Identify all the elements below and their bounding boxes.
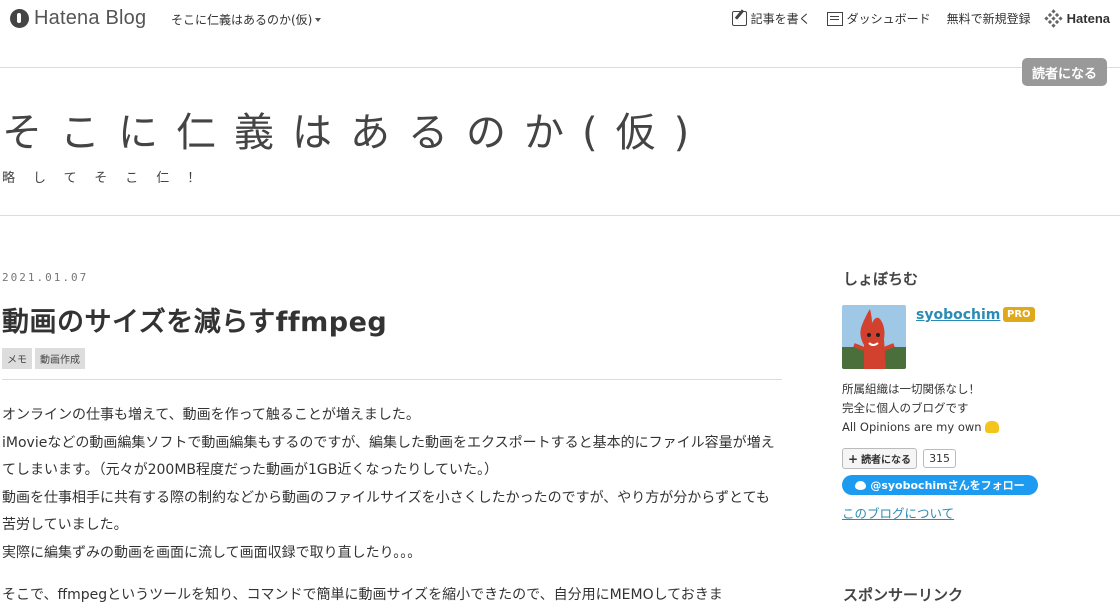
edit-icon xyxy=(731,11,747,26)
entry-title[interactable]: 動画のサイズを減らすffmpeg xyxy=(2,300,387,339)
dashboard-label: ダッシュボード xyxy=(846,12,931,26)
entry-line: iMovieなどの動画編集ソフトで動画編集もするのですが、編集した動画をエクスポ… xyxy=(2,434,775,479)
hatena-blog-logo[interactable]: Hatena Blog xyxy=(10,7,146,30)
caret-down-icon xyxy=(315,18,322,22)
hatena-label: Hatena xyxy=(1066,11,1110,26)
entry-categories: メモ 動画作成 xyxy=(2,348,85,369)
signup-link[interactable]: 無料で新規登録 xyxy=(947,10,1031,27)
profile-line: 所属組織は一切関係なし！ xyxy=(842,382,980,396)
signup-label: 無料で新規登録 xyxy=(946,12,1031,26)
entry-line: 動画を仕事相手に共有する際の制約などから動画のファイルサイズを小さくしたかったの… xyxy=(2,489,770,534)
blog-description: 略してそこ仁！ xyxy=(2,171,219,186)
sponsor-heading: スポンサーリンク xyxy=(843,586,964,604)
header-divider xyxy=(0,67,1120,68)
reader-count: 315 xyxy=(923,449,957,468)
header-nav: 記事を書く ダッシュボード 無料で新規登録 Hatena xyxy=(731,9,1110,28)
raising-hands-icon xyxy=(984,421,999,433)
twitter-follow-button[interactable]: @syobochimさんをフォロー xyxy=(842,475,1038,495)
logo-text: Hatena Blog xyxy=(34,7,147,29)
dashboard-icon xyxy=(826,11,843,26)
username-link[interactable]: syobochim xyxy=(916,307,1000,323)
entry-paragraph: オンラインの仕事も増えて、動画を作って触ることが増えました。 iMovieなどの… xyxy=(2,402,782,567)
hatena-logo-icon xyxy=(1043,9,1063,28)
category-tag[interactable]: メモ xyxy=(2,348,32,369)
write-article-link[interactable]: 記事を書く xyxy=(731,10,811,27)
reader-widget: + 読者になる 315 xyxy=(842,448,957,469)
blog-selector-dropdown[interactable]: そこに仁義はあるのか(仮) xyxy=(171,11,322,28)
about-blog-link[interactable]: このブログについて xyxy=(842,503,954,522)
title-divider xyxy=(0,215,1120,216)
plus-icon: + xyxy=(848,451,859,466)
hatena-link[interactable]: Hatena xyxy=(1043,9,1110,28)
profile-line: All Opinions are my own xyxy=(842,420,982,434)
entry-body: オンラインの仕事も増えて、動画を作って触ることが増えました。 iMovieなどの… xyxy=(2,402,782,610)
subscribe-button[interactable]: 読者になる xyxy=(1022,58,1107,86)
twitter-follow-label: @syobochimさんをフォロー xyxy=(870,479,1025,492)
dashboard-link[interactable]: ダッシュボード xyxy=(826,10,931,27)
global-header: Hatena Blog そこに仁義はあるのか(仮) 記事を書く ダッシュボード … xyxy=(0,0,1120,38)
hatena-blog-logo-icon xyxy=(10,9,29,28)
sidebar-subscribe-label: 読者になる xyxy=(861,455,912,466)
write-article-label: 記事を書く xyxy=(750,12,811,26)
entry-paragraph: そこで、ffmpegというツールを知り、コマンドで簡単に動画サイズを縮小できたの… xyxy=(2,587,723,603)
entry-line: オンラインの仕事も増えて、動画を作って触ることが増えました。 xyxy=(2,407,420,423)
category-tag[interactable]: 動画作成 xyxy=(35,348,85,369)
profile-heading: しょぼちむ xyxy=(843,270,919,288)
entry-divider xyxy=(2,379,782,380)
sidebar-subscribe-button[interactable]: + 読者になる xyxy=(842,448,918,469)
pro-badge: PRO xyxy=(1003,307,1035,322)
twitter-bird-icon xyxy=(855,480,867,490)
entry-line: 実際に編集ずみの動画を画面に流して画面収録で取り直したり。。。 xyxy=(2,544,422,561)
profile-description: 所属組織は一切関係なし！ 完全に個人のブログです All Opinions ar… xyxy=(842,380,999,437)
blog-selector-label: そこに仁義はあるのか(仮) xyxy=(171,13,313,27)
entry-date[interactable]: 2021.01.07 xyxy=(2,271,88,284)
blog-title[interactable]: そこに仁義はあるのか(仮) xyxy=(2,100,707,158)
profile-line: 完全に個人のブログです xyxy=(842,401,969,415)
avatar[interactable] xyxy=(842,305,906,369)
